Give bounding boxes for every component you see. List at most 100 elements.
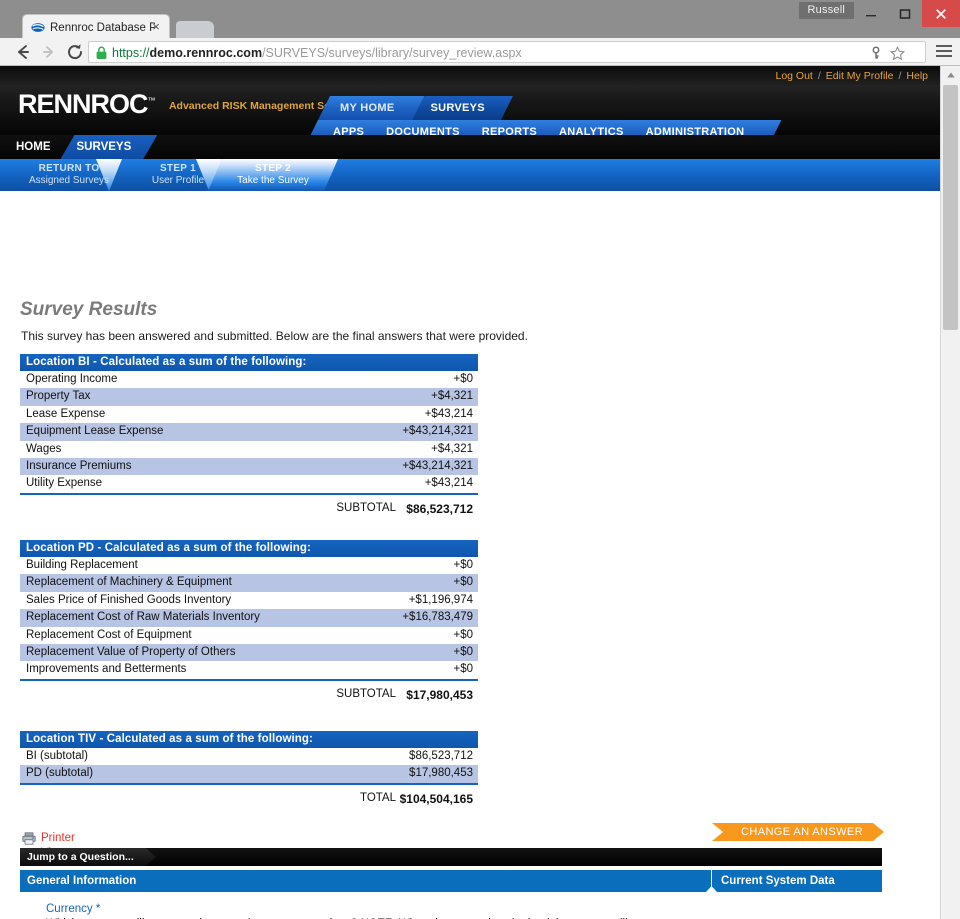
site-logo[interactable]: RENNROC™ Advanced RISK Management Soluti… (18, 84, 365, 119)
row-label: Replacement Cost of Raw Materials Invent… (26, 611, 260, 624)
summary-table-tiv-header: Location TIV - Calculated as a sum of th… (20, 731, 478, 748)
reload-icon[interactable] (64, 41, 86, 63)
utility-links: Log Out / Edit My Profile / Help (775, 69, 928, 83)
table-row: Equipment Lease Expense +$43,214,321 (20, 423, 478, 441)
step-2-top: STEP 2 (254, 163, 292, 174)
subtotal-value: $86,523,712 (406, 501, 473, 516)
jump-to-question-button[interactable]: Jump to a Question... (20, 848, 156, 866)
rennroc-favicon-icon (31, 21, 45, 34)
row-value: $17,980,453 (409, 767, 473, 780)
row-label: Operating Income (26, 373, 118, 385)
summary-table-bi: Location BI - Calculated as a sum of the… (20, 354, 478, 519)
step-2-take-the-survey[interactable]: STEP 2 Take the Survey (208, 159, 338, 191)
breadcrumb-surveys[interactable]: SURVEYS (61, 135, 158, 159)
table-row: Improvements and Betterments +$0 (20, 661, 478, 678)
row-value: +$4,321 (431, 390, 473, 403)
forward-arrow-icon[interactable] (38, 41, 60, 63)
section-title-general-information: General Information (27, 875, 137, 887)
page-content: Survey Results This survey has been answ… (0, 191, 940, 919)
url-path: /SURVEYS/surveys/library/survey_review.a… (262, 46, 522, 60)
browser-viewport: Log Out / Edit My Profile / Help RENNROC™ Ad… (0, 66, 960, 919)
row-value: +$16,783,479 (402, 611, 473, 624)
intro-text: This survey has been answered and submit… (21, 329, 528, 343)
breadcrumb: HOME SURVEYS (0, 135, 157, 159)
row-label: PD (subtotal) (26, 767, 94, 780)
row-label: Utility Expense (26, 477, 103, 490)
step-return-to-assigned-surveys[interactable]: RETURN TO Assigned Surveys (4, 159, 134, 191)
main-navigation: MY HOME SURVEYSAPPS DOCUMENTS REPORTS ANALYT… (318, 96, 940, 120)
row-label: Wages (26, 442, 62, 455)
row-value: +$1,196,974 (408, 593, 473, 606)
browser-toolbar: https://demo.rennroc.com/SURVEYS/surveys… (0, 38, 960, 66)
row-value: +$43,214 (424, 477, 473, 490)
nav-item-surveys[interactable]: SURVEYS (412, 96, 512, 120)
row-value: $86,523,712 (409, 750, 473, 762)
row-value: +$43,214 (424, 407, 473, 420)
logo-wordmark: RENNROC™ (18, 86, 156, 119)
address-bar[interactable]: https://demo.rennroc.com/SURVEYS/surveys… (88, 41, 926, 63)
table-row: Replacement Cost of Equipment +$0 (20, 627, 478, 644)
log-out-link[interactable]: Log Out (775, 70, 812, 82)
row-value: +$0 (453, 373, 473, 385)
page-title: Survey Results (20, 299, 158, 320)
question-block: Currency * Which currency will you use w… (46, 902, 646, 919)
address-bar-url: https://demo.rennroc.com/SURVEYS/surveys… (112, 44, 522, 62)
edit-my-profile-link[interactable]: Edit My Profile (826, 70, 894, 82)
url-host: demo.rennroc.com (149, 46, 263, 60)
logo-text: RENNROC (18, 89, 149, 119)
table-row: Insurance Premiums +$43,214,321 (20, 457, 478, 476)
site-header: Log Out / Edit My Profile / Help RENNROC™ Ad… (0, 66, 940, 135)
row-value: +$0 (453, 645, 473, 658)
page-scrollbar[interactable] (940, 66, 960, 919)
tab-close-icon[interactable]: × (149, 20, 163, 34)
summary-table-tiv: Location TIV - Calculated as a sum of th… (20, 731, 478, 809)
util-sep-1: / (817, 70, 821, 82)
change-an-answer-button[interactable]: CHANGE AN ANSWER (712, 823, 884, 841)
row-value: +$4,321 (431, 442, 473, 455)
summary-table-pd: Location PD - Calculated as a sum of the… (20, 540, 478, 705)
row-label: Equipment Lease Expense (26, 425, 164, 438)
row-label: Property Tax (26, 390, 91, 403)
browser-tab[interactable]: Rennroc Database Platform × (22, 14, 170, 40)
step-return-bottom: Assigned Surveys (28, 175, 110, 186)
row-value: +$43,214,321 (402, 425, 473, 438)
subtotal-label: SUBTOTAL (336, 687, 396, 700)
scrollbar-up-arrow-icon[interactable] (941, 66, 960, 84)
row-value: +$0 (453, 663, 473, 676)
row-label: Improvements and Betterments (26, 663, 187, 676)
back-arrow-icon[interactable] (12, 41, 34, 63)
summary-table-bi-subtotal: SUBTOTAL $86,523,712 (20, 492, 478, 519)
table-row: Utility Expense +$43,214 (20, 475, 478, 492)
table-row: Replacement Cost of Raw Materials Invent… (20, 609, 478, 627)
browser-tab-title: Rennroc Database Platform (50, 22, 155, 34)
printer-icon (22, 832, 36, 845)
row-value: +$0 (453, 576, 473, 589)
util-sep-2: / (898, 70, 902, 82)
scrollbar-thumb[interactable] (943, 85, 958, 330)
survey-step-bar: RETURN TO Assigned Surveys STEP 1 User P… (0, 159, 940, 191)
star-icon[interactable] (889, 45, 906, 61)
nav-item-my-home[interactable]: MY HOME (318, 96, 424, 120)
summary-table-pd-header: Location PD - Calculated as a sum of the… (20, 540, 478, 557)
summary-table-tiv-total: TOTAL $104,504,165 (20, 782, 478, 809)
section-header-bar: General Information Current System Data (20, 870, 882, 892)
jump-to-question-bar: Jump to a Question... (20, 848, 882, 866)
lock-icon (96, 46, 107, 60)
subtotal-label: SUBTOTAL (336, 501, 396, 514)
hamburger-menu-icon[interactable] (936, 44, 952, 58)
step-2-bottom: Take the Survey (237, 175, 309, 186)
key-icon[interactable] (869, 46, 883, 60)
table-row: Wages +$4,321 (20, 441, 478, 458)
help-link[interactable]: Help (906, 70, 928, 82)
breadcrumb-bar: HOME SURVEYS (0, 135, 940, 159)
table-row: PD (subtotal) $17,980,453 (20, 765, 478, 783)
row-label: Insurance Premiums (26, 459, 132, 472)
table-row: Lease Expense +$43,214 (20, 406, 478, 423)
row-label: Lease Expense (26, 407, 106, 420)
row-label: Building Replacement (26, 559, 138, 571)
table-row: BI (subtotal) $86,523,712 (20, 748, 478, 765)
table-row: Building Replacement +$0 (20, 557, 478, 574)
browser-tabstrip: Rennroc Database Platform × (0, 12, 960, 40)
table-row: Property Tax +$4,321 (20, 388, 478, 406)
row-label: BI (subtotal) (26, 750, 88, 762)
